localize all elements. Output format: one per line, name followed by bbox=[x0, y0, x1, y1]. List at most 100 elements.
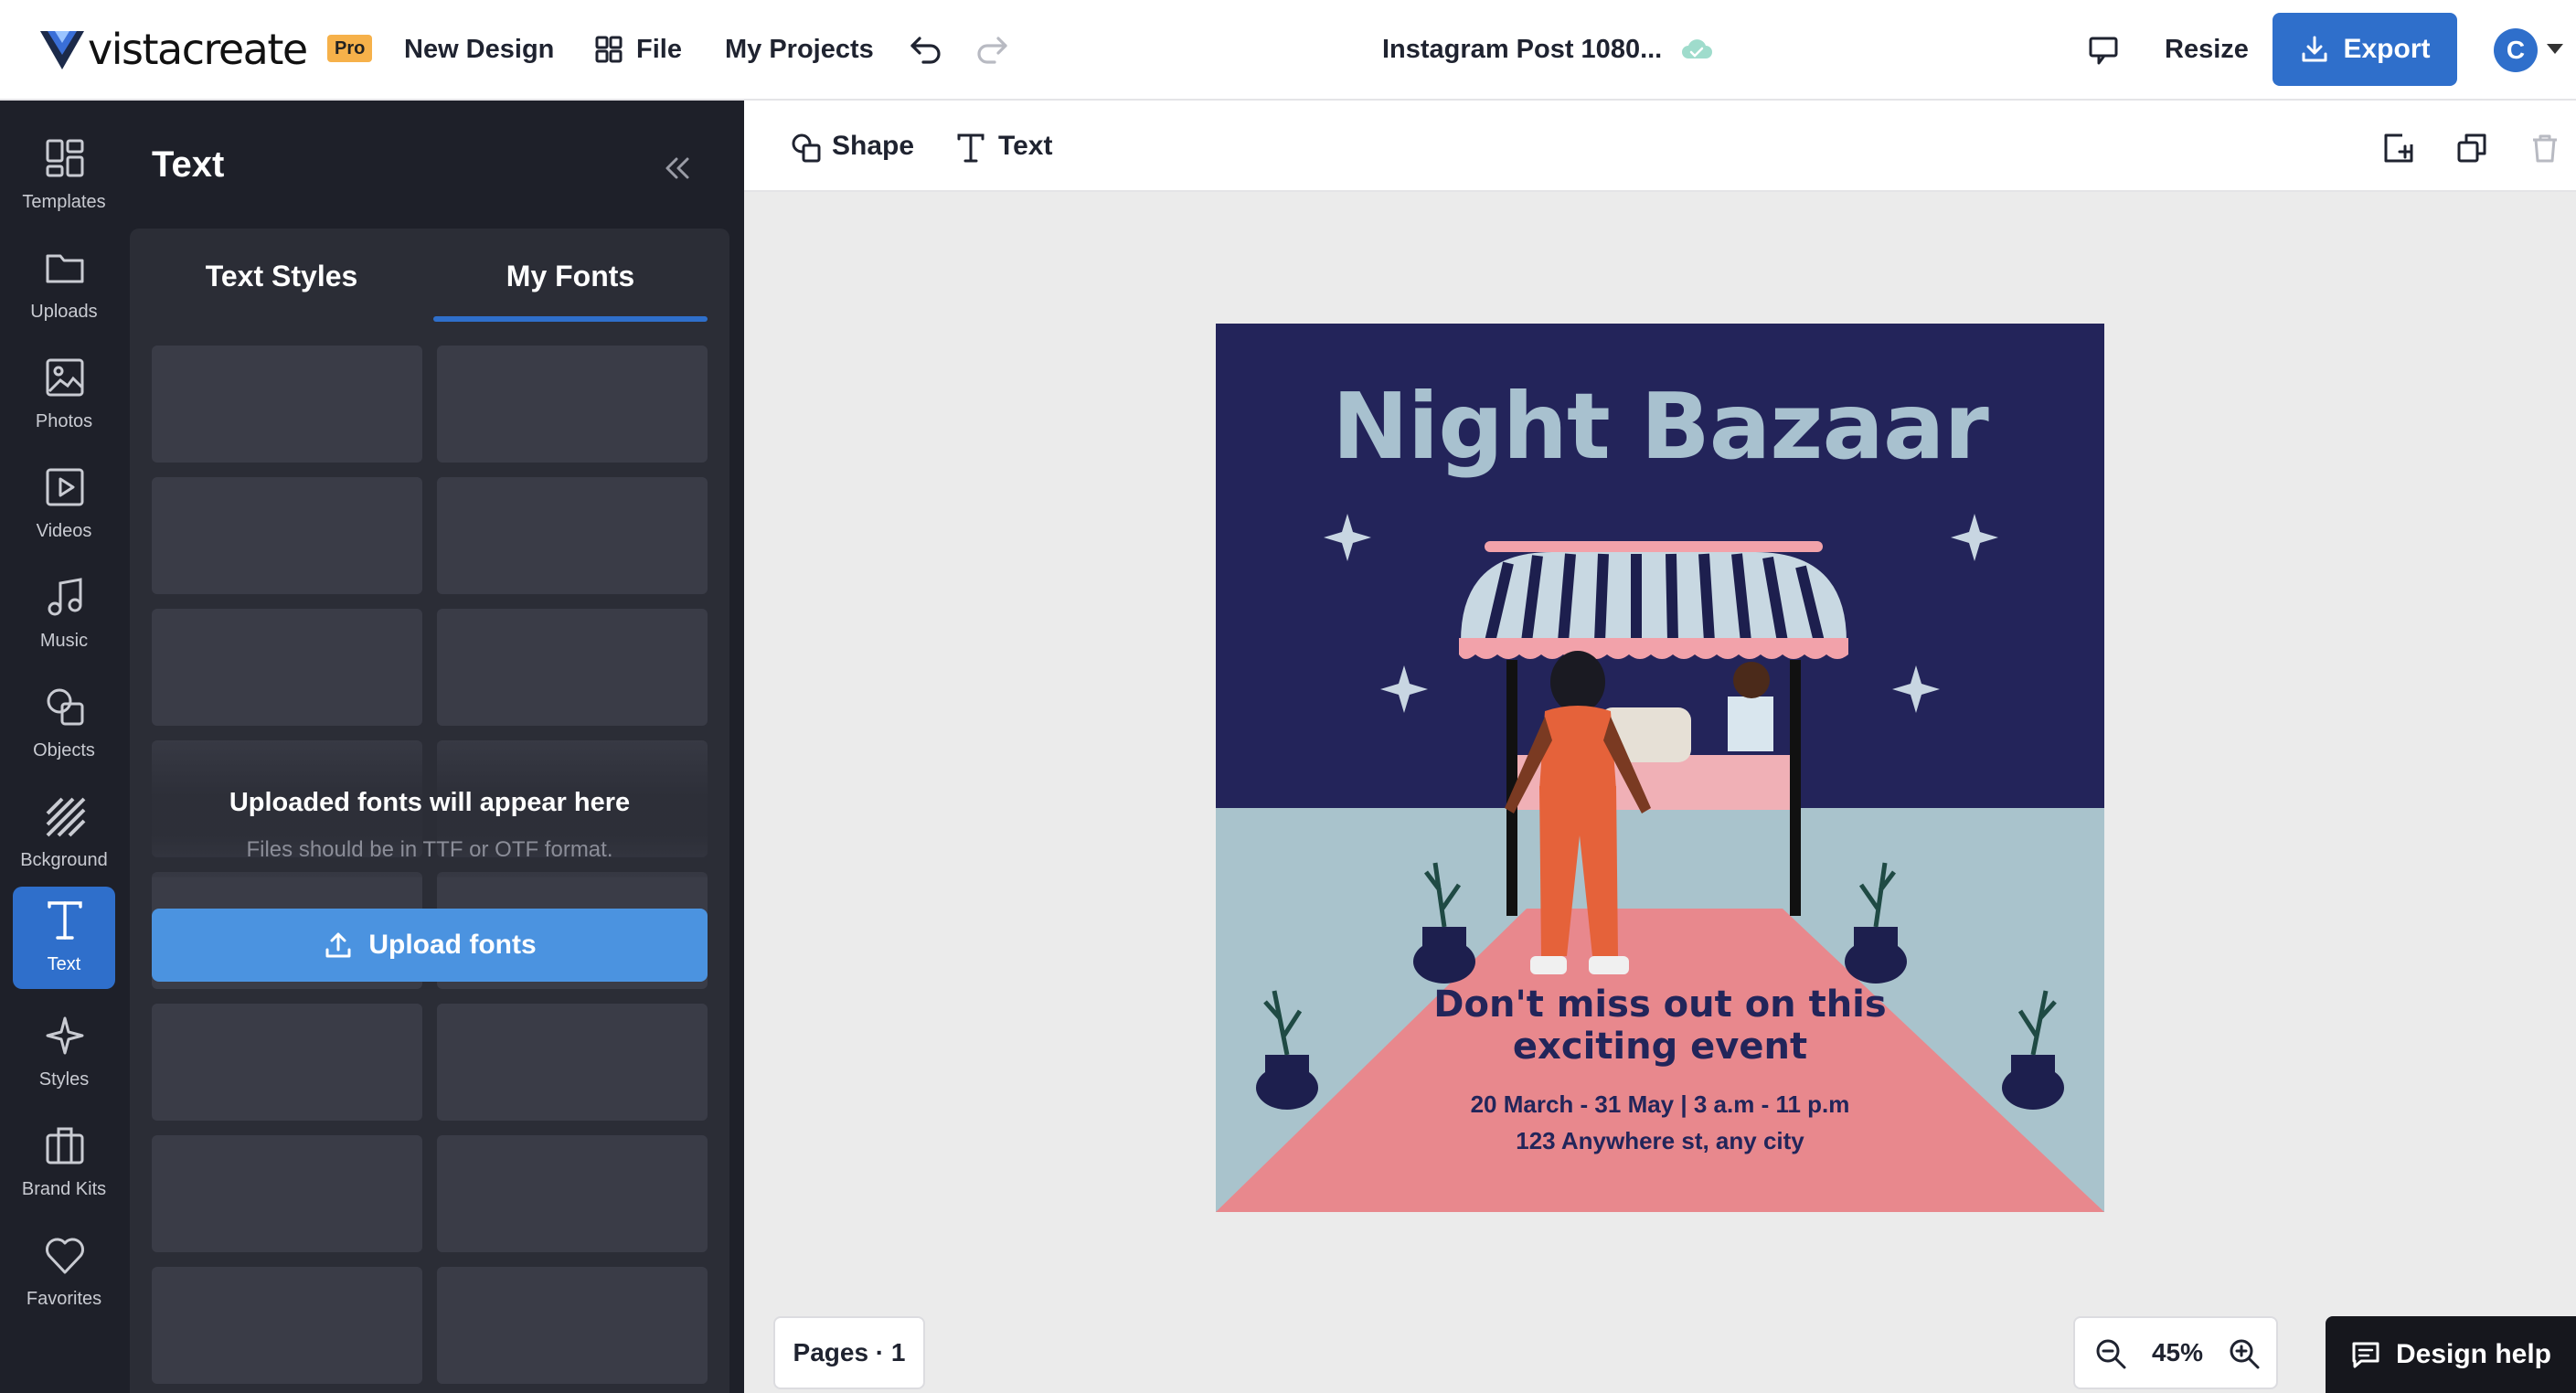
rail-label: Music bbox=[39, 631, 89, 651]
text-label: Text bbox=[998, 131, 1053, 161]
zoom-control: 45% bbox=[2073, 1316, 2278, 1389]
logo-text: vistacreate bbox=[88, 25, 308, 74]
details-line: 20 March - 31 May | 3 a.m - 11 p.m bbox=[1470, 1090, 1850, 1118]
rail-label: Bckground bbox=[20, 850, 108, 870]
rail-item-music[interactable]: Music bbox=[13, 563, 115, 665]
chevron-down-icon[interactable] bbox=[2547, 44, 2563, 54]
rail-item-text[interactable]: Text bbox=[13, 887, 115, 989]
folder-icon bbox=[46, 254, 84, 283]
headline-line: Don't miss out on this bbox=[1433, 984, 1887, 1026]
font-placeholder-tile bbox=[152, 609, 422, 726]
sparkle-icon bbox=[46, 1016, 84, 1055]
panel-title: Text bbox=[152, 144, 225, 185]
image-icon bbox=[46, 358, 84, 397]
details-line: 123 Anywhere st, any city bbox=[1516, 1127, 1804, 1154]
document-title[interactable]: Instagram Post 1080... bbox=[1382, 27, 1662, 71]
file-menu-button[interactable]: File bbox=[636, 27, 682, 71]
redo-icon[interactable] bbox=[974, 33, 1009, 66]
heart-icon bbox=[46, 1238, 84, 1274]
font-placeholder-tile bbox=[437, 1267, 708, 1384]
chat-icon bbox=[2352, 1342, 2379, 1368]
design-help-button[interactable]: Design help bbox=[2326, 1316, 2576, 1393]
fonts-panel-body: Text Styles My Fonts Uploaded fonts will… bbox=[130, 229, 729, 1393]
rail-label: Photos bbox=[35, 411, 93, 431]
briefcase-icon bbox=[46, 1127, 84, 1164]
export-button[interactable]: Export bbox=[2273, 13, 2457, 86]
grid-icon bbox=[595, 36, 623, 63]
collapse-panel-icon[interactable] bbox=[660, 152, 693, 185]
rail-item-templates[interactable]: Templates bbox=[13, 124, 115, 227]
add-page-icon[interactable] bbox=[2382, 132, 2415, 165]
user-avatar[interactable]: C bbox=[2494, 28, 2538, 72]
rail-item-uploads[interactable]: Uploads bbox=[13, 234, 115, 336]
upload-icon bbox=[325, 932, 351, 958]
upload-fonts-button[interactable]: Upload fonts bbox=[152, 909, 708, 982]
cloud-saved-icon bbox=[1682, 39, 1712, 58]
rail-label: Uploads bbox=[30, 302, 98, 322]
font-placeholder-tile bbox=[152, 346, 422, 463]
logo-mark-icon bbox=[40, 31, 84, 69]
trash-icon[interactable] bbox=[2528, 132, 2561, 165]
pro-badge: Pro bbox=[327, 35, 373, 62]
background-icon bbox=[46, 797, 86, 837]
rail-label: Text bbox=[47, 954, 81, 974]
rail-label: Objects bbox=[33, 740, 95, 760]
zoom-out-icon[interactable] bbox=[2093, 1336, 2128, 1371]
templates-icon bbox=[46, 139, 84, 177]
shapes-icon bbox=[47, 688, 84, 726]
export-label: Export bbox=[2343, 34, 2431, 64]
font-placeholder-tile bbox=[152, 477, 422, 594]
design-help-label: Design help bbox=[2395, 1339, 2552, 1369]
rail-item-brand-kits[interactable]: Brand Kits bbox=[13, 1111, 115, 1214]
text-panel: Text Text Styles My Fonts Uploaded fonts… bbox=[130, 101, 744, 1393]
add-text-button[interactable]: Text bbox=[998, 124, 1052, 168]
top-bar: vistacreate Pro New Design File My Proje… bbox=[0, 0, 2576, 101]
canvas-toolbar: Shape Text bbox=[744, 101, 2576, 192]
font-placeholder-tile bbox=[437, 346, 708, 463]
upload-fonts-label: Upload fonts bbox=[368, 930, 537, 960]
font-placeholder-tile bbox=[152, 1135, 422, 1252]
rail-item-photos[interactable]: Photos bbox=[13, 344, 115, 446]
zoom-level[interactable]: 45% bbox=[2139, 1318, 2216, 1388]
present-icon[interactable] bbox=[2088, 35, 2119, 66]
tab-my-fonts[interactable]: My Fonts bbox=[433, 229, 708, 324]
rail-label: Styles bbox=[38, 1069, 90, 1090]
text-icon bbox=[48, 901, 82, 940]
font-placeholder-tile bbox=[152, 1267, 422, 1384]
resize-button[interactable]: Resize bbox=[2165, 27, 2249, 71]
rail-label: Brand Kits bbox=[21, 1179, 107, 1199]
font-placeholder-tile bbox=[437, 1004, 708, 1121]
font-placeholder-tile bbox=[437, 609, 708, 726]
design-canvas[interactable]: Night Bazaar Don't miss out on this exci… bbox=[1216, 324, 2104, 1212]
font-placeholder-tile bbox=[152, 1004, 422, 1121]
rail-item-objects[interactable]: Objects bbox=[13, 673, 115, 775]
empty-state-subtitle: Files should be in TTF or OTF format. bbox=[246, 837, 613, 862]
vistacreate-logo[interactable]: vistacreate bbox=[38, 24, 308, 75]
duplicate-icon[interactable] bbox=[2455, 132, 2488, 165]
shape-icon bbox=[792, 133, 821, 163]
add-shape-button[interactable]: Shape bbox=[832, 124, 914, 168]
zoom-in-icon[interactable] bbox=[2227, 1336, 2262, 1371]
undo-icon[interactable] bbox=[909, 33, 943, 66]
rail-item-styles[interactable]: Styles bbox=[13, 1002, 115, 1104]
play-icon bbox=[46, 468, 84, 506]
font-placeholder-tile bbox=[437, 1135, 708, 1252]
new-design-button[interactable]: New Design bbox=[404, 27, 554, 71]
rail-item-videos[interactable]: Videos bbox=[13, 453, 115, 556]
headline-line: exciting event bbox=[1512, 1026, 1808, 1068]
rail-label: Videos bbox=[36, 521, 92, 541]
download-icon bbox=[2302, 36, 2327, 62]
active-tab-indicator bbox=[433, 316, 708, 322]
design-details-text[interactable]: 20 March - 31 May | 3 a.m - 11 p.m 123 A… bbox=[1216, 1086, 2104, 1159]
font-placeholder-tile bbox=[437, 477, 708, 594]
rail-item-background[interactable]: Bckground bbox=[13, 782, 115, 885]
design-title-text[interactable]: Night Bazaar bbox=[1216, 373, 2104, 480]
rail-item-favorites[interactable]: Favorites bbox=[13, 1221, 115, 1324]
rail-label: Favorites bbox=[26, 1289, 102, 1309]
tab-text-styles[interactable]: Text Styles bbox=[144, 229, 419, 324]
empty-state-title: Uploaded fonts will appear here bbox=[229, 788, 631, 817]
rail-label: Templates bbox=[22, 192, 106, 212]
design-headline-text[interactable]: Don't miss out on this exciting event bbox=[1216, 984, 2104, 1068]
pages-button[interactable]: Pages · 1 bbox=[773, 1316, 925, 1389]
my-projects-button[interactable]: My Projects bbox=[725, 27, 874, 71]
